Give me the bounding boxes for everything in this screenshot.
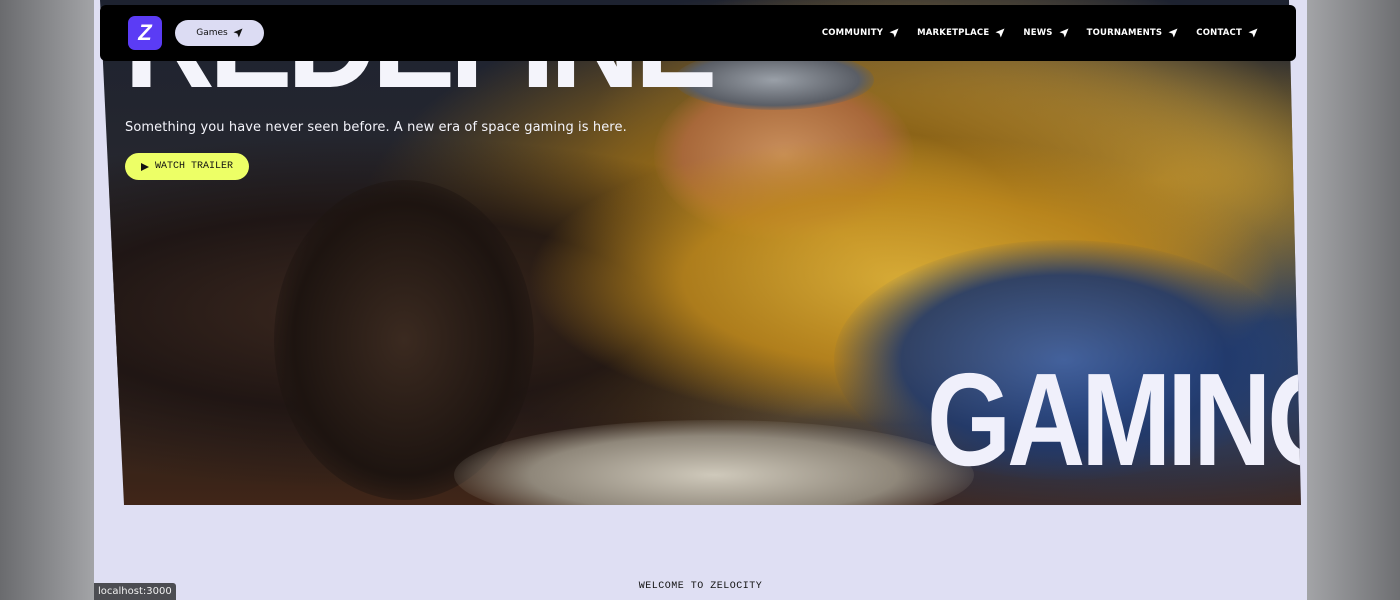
navigation-arrow-icon xyxy=(889,28,899,38)
zelocity-logo[interactable]: Z xyxy=(128,16,162,50)
page: REDEFINE Something you have never seen b… xyxy=(94,0,1307,600)
hero-headline-bottom: GAMING xyxy=(927,346,1307,493)
nav-link-marketplace[interactable]: MARKETPLACE xyxy=(917,28,1005,38)
games-button-label: Games xyxy=(196,28,228,38)
left-gutter xyxy=(0,0,94,600)
nav-link-news[interactable]: NEWS xyxy=(1023,28,1069,38)
navigation-arrow-icon xyxy=(1059,28,1069,38)
navigation-arrow-icon xyxy=(995,28,1005,38)
welcome-heading: WELCOME TO ZELOCITY xyxy=(638,581,763,592)
watch-trailer-button[interactable]: WATCH TRAILER xyxy=(125,153,249,180)
nav-links: COMMUNITY MARKETPLACE NEWS TOURNAMENTS C… xyxy=(822,5,1258,61)
nav-link-contact[interactable]: CONTACT xyxy=(1196,28,1258,38)
navigation-arrow-icon xyxy=(1248,28,1258,38)
hero-video: REDEFINE Something you have never seen b… xyxy=(100,0,1307,505)
navigation-arrow-icon xyxy=(1168,28,1178,38)
nav-link-tournaments[interactable]: TOURNAMENTS xyxy=(1087,28,1179,38)
nav-link-label: MARKETPLACE xyxy=(917,28,990,38)
right-gutter xyxy=(1307,0,1400,600)
games-button[interactable]: Games xyxy=(175,20,264,46)
nav-link-label: COMMUNITY xyxy=(821,28,884,38)
nav-link-label: CONTACT xyxy=(1196,28,1242,38)
status-bar-url: localhost:3000 xyxy=(94,583,176,600)
nav-link-label: NEWS xyxy=(1023,28,1053,38)
navbar: Z Games COMMUNITY MARKETPLACE NEWS TOURN… xyxy=(100,5,1296,61)
watch-trailer-label: WATCH TRAILER xyxy=(154,161,233,172)
navigation-arrow-icon xyxy=(233,28,243,38)
hero-scene-desk xyxy=(454,420,974,505)
nav-link-label: TOURNAMENTS xyxy=(1086,28,1163,38)
hero-tagline: Something you have never seen before. A … xyxy=(125,120,627,135)
play-icon xyxy=(140,162,149,171)
nav-link-community[interactable]: COMMUNITY xyxy=(822,28,899,38)
